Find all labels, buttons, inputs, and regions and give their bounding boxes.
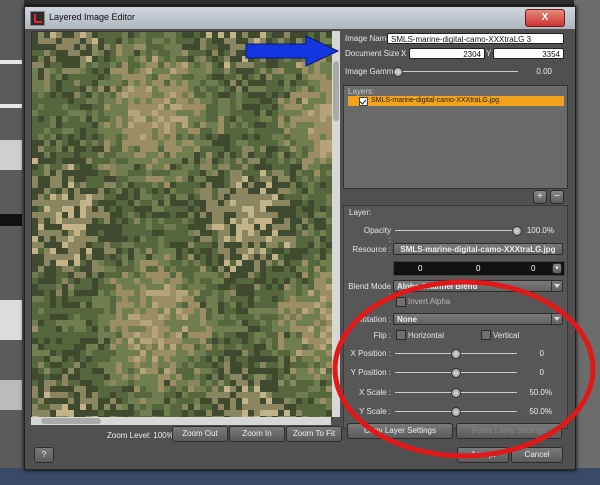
scroll-thumb[interactable] bbox=[333, 61, 339, 121]
image-gamma-slider-knob[interactable] bbox=[393, 67, 403, 77]
image-name-field[interactable]: SMLS-marine-digital-camo-XXXtraLG 3 bbox=[387, 33, 564, 44]
camo-texture-image bbox=[32, 32, 332, 418]
opacity-slider[interactable] bbox=[395, 230, 517, 231]
document-size-y-field[interactable]: 3354 bbox=[493, 48, 564, 59]
opacity-label: Opacity : bbox=[363, 226, 391, 244]
title-bar[interactable]: Layered Image Editor X bbox=[25, 7, 575, 29]
color-picker-arrow-icon[interactable]: ▾ bbox=[552, 263, 562, 274]
background-stripe bbox=[0, 104, 22, 108]
background-stripe bbox=[0, 140, 22, 170]
background-app-viewport bbox=[0, 468, 600, 485]
preview-horizontal-scrollbar[interactable] bbox=[31, 417, 331, 425]
color-green-value: 0 bbox=[476, 264, 481, 273]
remove-layer-button[interactable]: − bbox=[550, 190, 564, 204]
app-icon bbox=[30, 11, 45, 26]
layers-header: Layers: bbox=[348, 87, 375, 96]
background-stripe bbox=[0, 300, 22, 340]
resource-button[interactable]: SMLS-marine-digital-camo-XXXtraLG.jpg bbox=[393, 243, 563, 255]
help-button[interactable]: ? bbox=[34, 447, 54, 463]
background-app-left-panel bbox=[0, 0, 24, 485]
color-blue-value: 0 bbox=[531, 264, 536, 273]
resource-label: Resource : bbox=[352, 245, 391, 254]
layers-panel: Layers: SMLS-marine-digital-camo-XXXtraL… bbox=[343, 85, 568, 189]
layer-name: SMLS-marine-digital-camo-XXXtraLG.jpg bbox=[371, 97, 499, 104]
zoom-level-label: Zoom Level: 100% bbox=[107, 431, 174, 440]
background-stripe bbox=[0, 60, 22, 64]
image-gamma-slider[interactable] bbox=[398, 71, 518, 72]
close-button[interactable]: X bbox=[525, 9, 565, 27]
image-preview[interactable] bbox=[31, 31, 333, 419]
annotation-circle-icon bbox=[332, 279, 596, 459]
image-gamma-value: 0.00 bbox=[536, 67, 552, 76]
annotation-arrow-icon bbox=[245, 35, 340, 67]
layer-row[interactable]: SMLS-marine-digital-camo-XXXtraLG.jpg bbox=[348, 96, 564, 106]
layer-visibility-checkbox[interactable] bbox=[359, 97, 368, 106]
opacity-value: 100.0% bbox=[526, 226, 554, 235]
add-layer-button[interactable]: + bbox=[533, 190, 547, 204]
background-stripe bbox=[0, 214, 22, 226]
background-stripe bbox=[0, 380, 22, 410]
zoom-in-button[interactable]: Zoom In bbox=[229, 426, 285, 442]
zoom-out-button[interactable]: Zoom Out bbox=[172, 426, 228, 442]
window-title: Layered Image Editor bbox=[49, 12, 136, 22]
layer-header: Layer: bbox=[349, 208, 372, 217]
color-red-value: 0 bbox=[418, 264, 423, 273]
document-size-x-field[interactable]: 2304 bbox=[409, 48, 485, 59]
document-size-y-label: Y bbox=[486, 49, 492, 58]
document-size-x-label: X bbox=[401, 49, 407, 58]
scroll-thumb[interactable] bbox=[41, 418, 101, 424]
document-size-label: Document Size : bbox=[345, 49, 404, 58]
layer-color-field[interactable]: 0 0 0 bbox=[393, 261, 565, 276]
